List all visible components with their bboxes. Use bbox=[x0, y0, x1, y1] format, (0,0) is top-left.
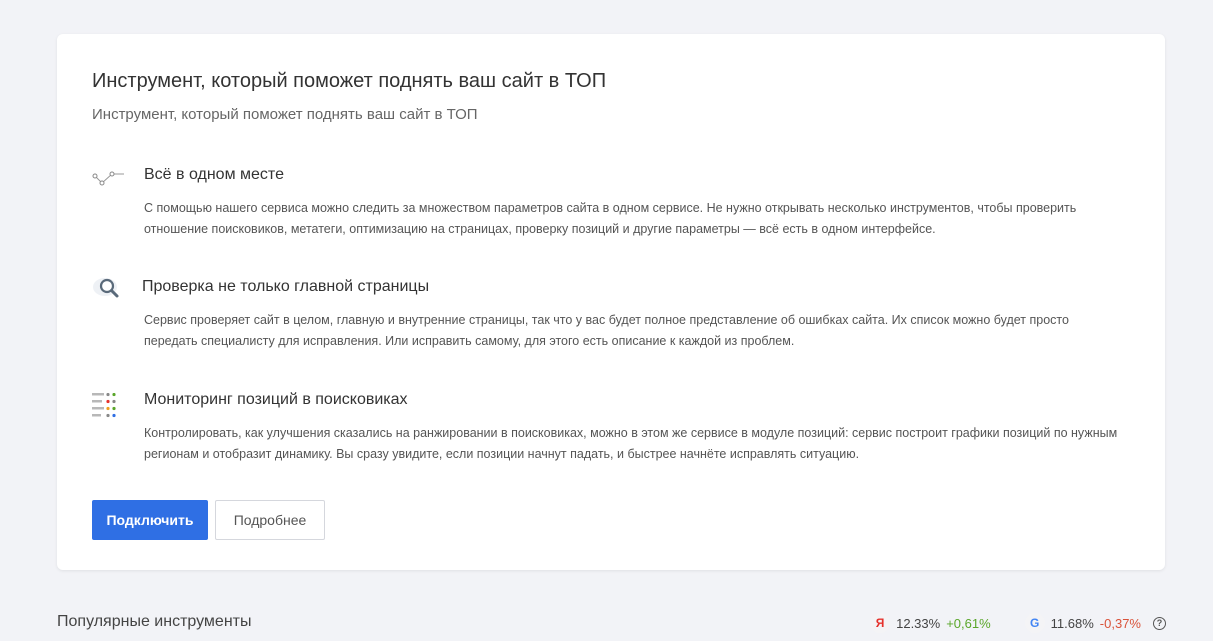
feature-title: Проверка не только главной страницы bbox=[142, 278, 430, 295]
feature-text: Сервис проверяет сайт в целом, главную и… bbox=[144, 313, 1069, 348]
search-engine-stats: Я 12.33% +0,61% G 11.68% -0,37% ? bbox=[870, 613, 1166, 633]
connect-button[interactable]: Подключить bbox=[92, 500, 208, 540]
yandex-icon: Я bbox=[870, 613, 891, 633]
monitoring-list-icon bbox=[92, 392, 128, 423]
feature-text: Контролировать, как улучшения сказались … bbox=[144, 426, 1118, 461]
feature-title: Мониторинг позиций в поисковиках bbox=[144, 391, 408, 408]
nodes-icon bbox=[92, 166, 128, 196]
card-subtitle: Инструмент, который поможет поднять ваш … bbox=[92, 106, 478, 123]
google-value: 11.68% bbox=[1050, 615, 1094, 631]
promo-card: Инструмент, который поможет поднять ваш … bbox=[57, 34, 1165, 570]
help-icon[interactable]: ? bbox=[1153, 616, 1166, 630]
feature-title: Всё в одном месте bbox=[144, 166, 284, 183]
more-button[interactable]: Подробнее bbox=[215, 500, 325, 540]
google-icon: G bbox=[1024, 613, 1045, 633]
yandex-change: +0,61% bbox=[946, 615, 991, 631]
popular-tools-title: Популярные инструменты bbox=[57, 613, 252, 630]
magnifier-icon bbox=[92, 276, 128, 306]
yandex-value: 12.33% bbox=[896, 615, 941, 631]
card-title: Инструмент, который поможет поднять ваш … bbox=[92, 70, 607, 92]
google-change: -0,37% bbox=[1099, 615, 1141, 631]
feature-text: С помощью нашего сервиса можно следить з… bbox=[144, 201, 1077, 236]
